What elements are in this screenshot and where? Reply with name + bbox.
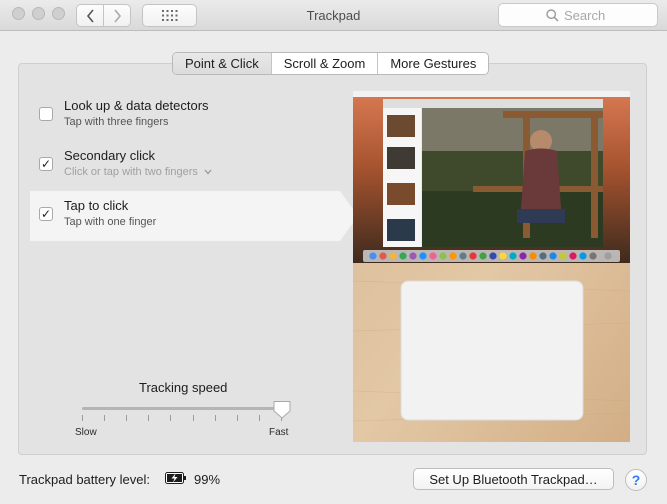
tracking-speed-track[interactable] bbox=[82, 407, 282, 410]
option-secondary-click[interactable]: ✓ Secondary click Click or tap with two … bbox=[19, 141, 349, 191]
slider-tick bbox=[192, 415, 194, 421]
battery-label: Trackpad battery level: bbox=[19, 472, 151, 487]
tab-more-gestures[interactable]: More Gestures bbox=[378, 53, 489, 74]
slider-max-label: Fast bbox=[269, 427, 289, 438]
search-field[interactable] bbox=[498, 3, 658, 27]
tracking-speed-ticks bbox=[82, 415, 282, 421]
gesture-preview-image bbox=[353, 91, 630, 442]
option-subtitle: Tap with three fingers bbox=[64, 116, 169, 128]
slider-tick bbox=[104, 415, 106, 421]
option-tap-to-click[interactable]: ✓ Tap to click Tap with one finger bbox=[30, 191, 358, 241]
slider-tick bbox=[258, 415, 260, 421]
option-subtitle: Tap with one finger bbox=[64, 216, 157, 228]
secondary-click-checkbox[interactable]: ✓ bbox=[39, 157, 53, 171]
title-bar: Trackpad bbox=[0, 0, 667, 31]
slider-min-label: Slow bbox=[75, 427, 97, 438]
tab-point-and-click[interactable]: Point & Click bbox=[173, 53, 272, 74]
option-look-up[interactable]: Look up & data detectors Tap with three … bbox=[19, 91, 349, 141]
setup-bluetooth-trackpad-button[interactable]: Set Up Bluetooth Trackpad… bbox=[413, 468, 614, 490]
option-title: Tap to click bbox=[64, 198, 129, 213]
option-title: Secondary click bbox=[64, 148, 156, 163]
option-subtitle: Click or tap with two fingers bbox=[64, 166, 198, 178]
slider-tick bbox=[236, 415, 238, 421]
slider-tick bbox=[214, 415, 216, 421]
tracking-speed-title: Tracking speed bbox=[139, 380, 228, 395]
look-up-checkbox[interactable] bbox=[39, 107, 53, 121]
settings-panel: Look up & data detectors Tap with three … bbox=[18, 63, 647, 455]
option-title: Look up & data detectors bbox=[64, 98, 209, 113]
tab-scroll-and-zoom[interactable]: Scroll & Zoom bbox=[271, 53, 379, 74]
slider-tick bbox=[82, 415, 83, 421]
tap-to-click-checkbox[interactable]: ✓ bbox=[39, 207, 53, 221]
slider-tick bbox=[170, 415, 172, 421]
battery-percent: 99% bbox=[194, 472, 221, 487]
tracking-speed-thumb[interactable] bbox=[273, 400, 291, 419]
slider-tick bbox=[126, 415, 128, 421]
slider-tick bbox=[148, 415, 150, 421]
battery-charging-icon bbox=[165, 472, 186, 484]
tab-bar: Point & Click Scroll & Zoom More Gesture… bbox=[172, 52, 490, 75]
search-input[interactable] bbox=[564, 7, 610, 23]
chevron-down-icon bbox=[204, 169, 212, 175]
help-button[interactable]: ? bbox=[625, 469, 647, 491]
search-icon bbox=[546, 8, 559, 22]
secondary-click-mode-popup[interactable]: Click or tap with two fingers bbox=[64, 166, 212, 178]
